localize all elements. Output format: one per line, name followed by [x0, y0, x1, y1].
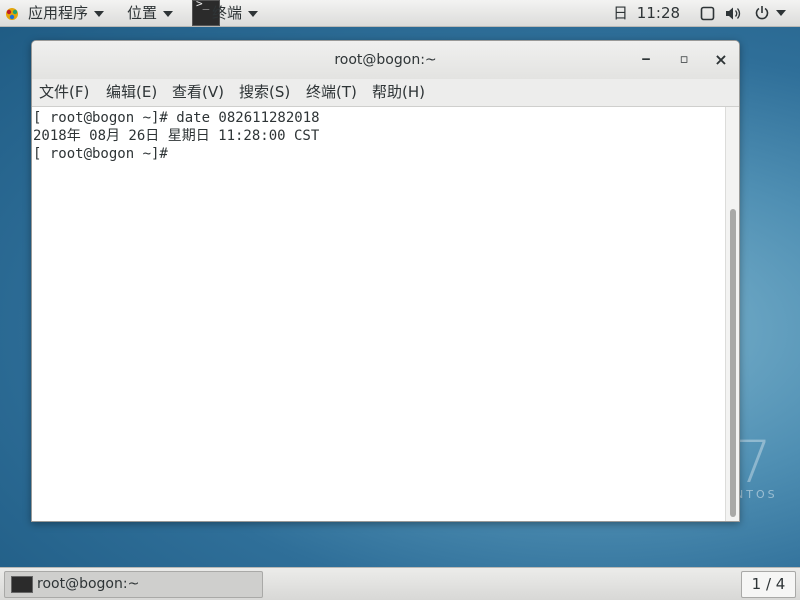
- menu-search[interactable]: 搜索(S): [239, 79, 290, 106]
- volume-icon[interactable]: [725, 6, 743, 21]
- scrollbar[interactable]: [725, 107, 739, 521]
- places-menu[interactable]: 位置: [127, 0, 174, 26]
- workspace-switcher[interactable]: 1 / 4: [741, 571, 796, 598]
- window-list-item[interactable]: root@bogon:~: [4, 571, 263, 598]
- applications-label: 应用程序: [28, 4, 89, 22]
- chevron-down-icon: [94, 10, 105, 17]
- os-logo-number: 7: [735, 428, 772, 496]
- terminal-line: [ root@bogon ~]# date 082611282018: [33, 110, 320, 126]
- terminal-app-label: 终端: [212, 4, 243, 22]
- terminal-window: root@bogon:~ ‒ ▫ × 文件(F) 编辑(E) 查看(V) 搜索(…: [31, 40, 740, 522]
- places-label: 位置: [127, 4, 158, 22]
- terminal-icon: [11, 576, 33, 593]
- clock-time: 11:28: [636, 4, 681, 22]
- bottom-panel: root@bogon:~ 1 / 4: [0, 567, 800, 600]
- power-icon[interactable]: [754, 5, 770, 21]
- maximize-button[interactable]: ▫: [674, 50, 694, 70]
- os-logo-text: NTOS: [735, 488, 778, 501]
- applications-menu[interactable]: 应用程序: [28, 0, 105, 26]
- window-titlebar[interactable]: root@bogon:~ ‒ ▫ ×: [32, 41, 739, 79]
- top-panel: 应用程序 位置 >_ 终端 日 11:28: [0, 0, 800, 27]
- clock-day: 日: [613, 4, 629, 22]
- scrollbar-thumb[interactable]: [730, 209, 736, 517]
- menu-edit[interactable]: 编辑(E): [106, 79, 157, 106]
- chevron-down-icon[interactable]: [776, 10, 786, 16]
- close-button[interactable]: ×: [711, 50, 731, 70]
- terminal-output[interactable]: [ root@bogon ~]# date 082611282018 2018年…: [32, 107, 725, 521]
- display-icon[interactable]: [700, 6, 715, 21]
- chevron-down-icon: [163, 10, 174, 17]
- menu-bar: 文件(F) 编辑(E) 查看(V) 搜索(S) 终端(T) 帮助(H): [32, 79, 739, 107]
- menu-file[interactable]: 文件(F): [39, 79, 89, 106]
- clock[interactable]: 日 11:28: [613, 0, 680, 26]
- terminal-app-menu[interactable]: >_ 终端: [190, 0, 266, 26]
- window-title: root@bogon:~: [334, 52, 437, 68]
- window-list-label: root@bogon:~: [37, 576, 140, 592]
- menu-terminal[interactable]: 终端(T): [306, 79, 357, 106]
- minimize-button[interactable]: ‒: [636, 50, 656, 70]
- terminal-line: 2018年 08月 26日 星期日 11:28:00 CST: [33, 128, 320, 144]
- menu-help[interactable]: 帮助(H): [372, 79, 425, 106]
- chevron-down-icon: [248, 10, 259, 17]
- applications-icon: [6, 8, 18, 20]
- menu-view[interactable]: 查看(V): [172, 79, 224, 106]
- terminal-prompt-line: [ root@bogon ~]#: [33, 146, 177, 162]
